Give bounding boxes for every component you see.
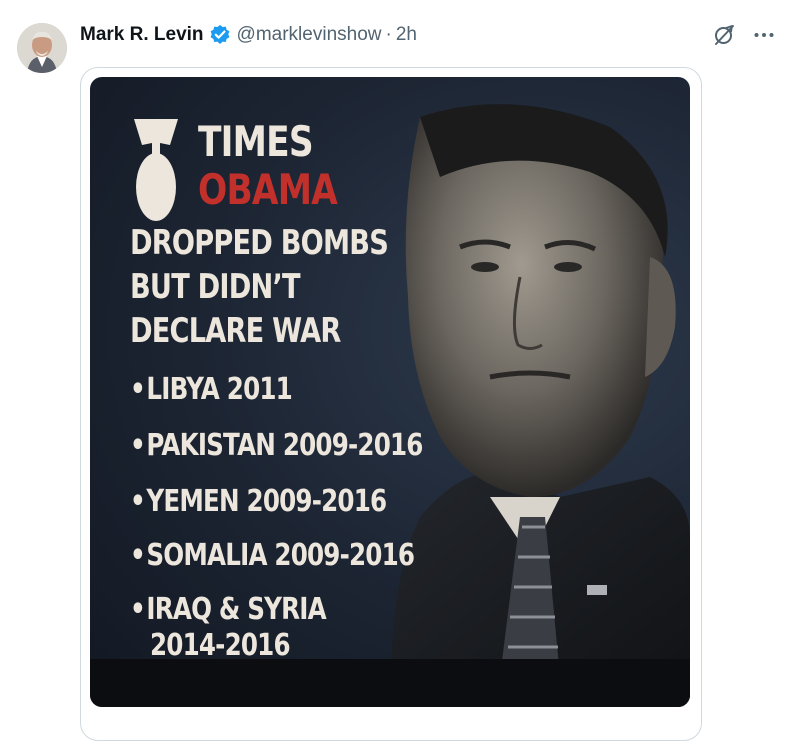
list-item-text: PAKISTAN 2009-2016 — [146, 428, 423, 463]
tweet-header: Mark R. Levin @marklevinshow · 2h — [80, 22, 417, 48]
bomb-icon — [134, 119, 178, 221]
bullet: • — [130, 372, 146, 407]
author-handle[interactable]: @marklevinshow — [237, 24, 382, 46]
more-button[interactable] — [751, 22, 777, 48]
verified-badge-icon[interactable] — [209, 24, 231, 46]
bullet: • — [130, 592, 146, 627]
avatar[interactable] — [17, 23, 67, 73]
post-timestamp[interactable]: 2h — [396, 24, 417, 46]
list-item-text: SOMALIA 2009-2016 — [146, 538, 415, 573]
bullet: • — [130, 428, 146, 463]
author-name[interactable]: Mark R. Levin — [80, 24, 204, 46]
poster-headline-line: DROPPED BOMBS — [130, 223, 389, 263]
tweet-actions — [711, 22, 777, 48]
list-item-text: LIBYA 2011 — [146, 372, 292, 407]
grok-icon — [715, 25, 734, 45]
list-item-text: YEMEN 2009-2016 — [146, 484, 387, 519]
avatar-portrait — [17, 23, 67, 73]
poster-list-item: •LIBYA 2011 — [130, 372, 293, 407]
post-image[interactable]: TIMES OBAMA DROPPED BOMBS BUT DIDN’T DEC… — [90, 77, 690, 707]
poster-times-label: TIMES — [198, 117, 314, 166]
tweet: Mark R. Levin @marklevinshow · 2h TIMES … — [0, 0, 799, 752]
poster-name-label: OBAMA — [198, 165, 338, 214]
poster-text: TIMES OBAMA DROPPED BOMBS BUT DIDN’T DEC… — [90, 77, 690, 707]
poster-list-item: •SOMALIA 2009-2016 — [130, 538, 415, 573]
bullet: • — [130, 484, 146, 519]
more-icon — [754, 33, 774, 37]
media-container[interactable]: TIMES OBAMA DROPPED BOMBS BUT DIDN’T DEC… — [80, 67, 702, 741]
poster-list-item-continuation: 2014-2016 — [150, 628, 291, 663]
poster-list-item: •IRAQ & SYRIA — [130, 592, 327, 627]
poster-list-item: •PAKISTAN 2009-2016 — [130, 429, 423, 463]
separator-dot: · — [385, 24, 392, 45]
grok-button[interactable] — [711, 22, 737, 48]
poster-headline-line: BUT DIDN’T — [130, 267, 301, 307]
poster-list-item: •YEMEN 2009-2016 — [130, 484, 387, 519]
image-bottom-band — [90, 659, 690, 707]
list-item-text: IRAQ & SYRIA — [146, 592, 326, 627]
bullet: • — [130, 538, 146, 573]
poster-headline-line: DECLARE WAR — [130, 311, 341, 351]
